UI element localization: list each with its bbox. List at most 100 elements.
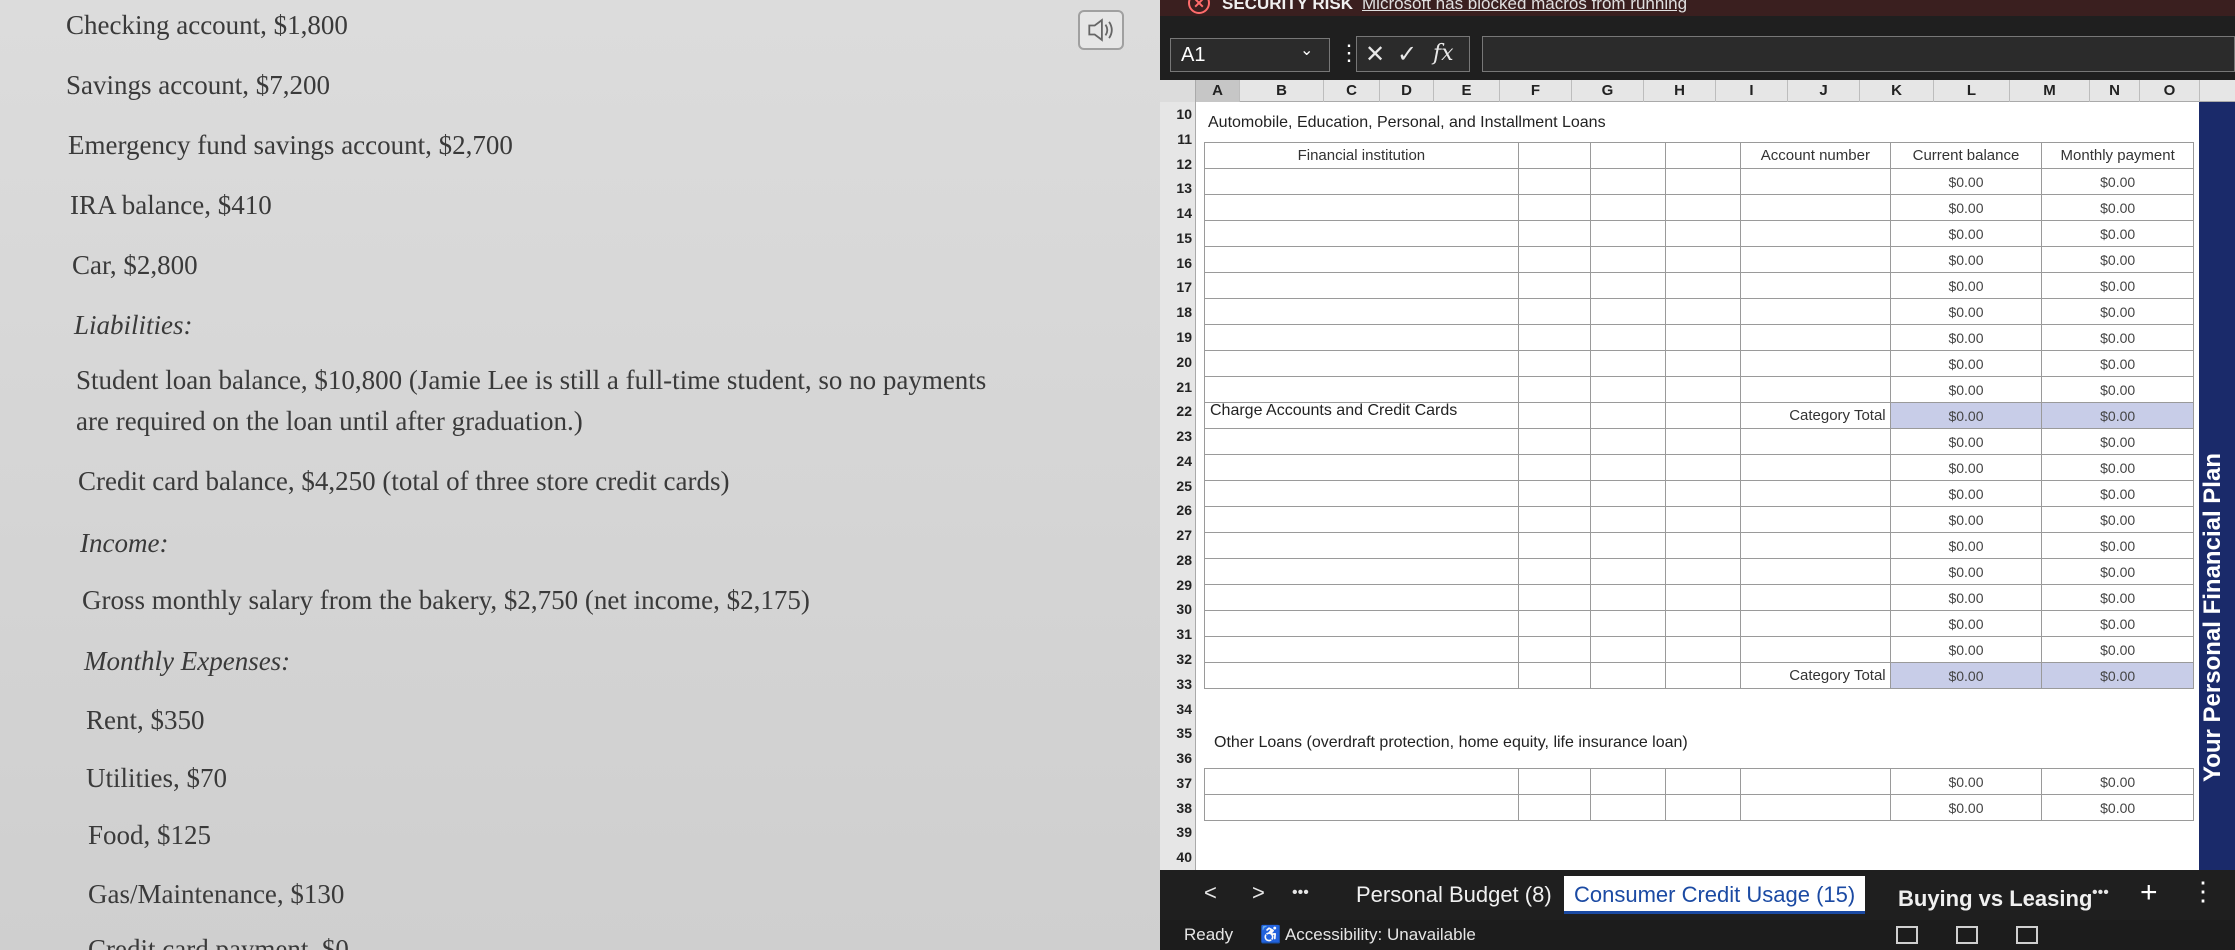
column-header-o[interactable]: O bbox=[2140, 80, 2200, 102]
column-header-h[interactable]: H bbox=[1644, 80, 1716, 102]
table-cell[interactable] bbox=[1740, 584, 1891, 611]
header-current-balance[interactable]: Current balance bbox=[1889, 142, 2043, 169]
table-cell[interactable] bbox=[1204, 532, 1519, 559]
table-cell[interactable] bbox=[1204, 194, 1519, 221]
row-header[interactable]: 36 bbox=[1160, 746, 1196, 771]
row-header[interactable]: 22 bbox=[1160, 399, 1196, 424]
table-cell[interactable] bbox=[1590, 272, 1667, 299]
table-cell[interactable] bbox=[1517, 194, 1592, 221]
column-header-g[interactable]: G bbox=[1572, 80, 1644, 102]
table-cell[interactable] bbox=[1517, 662, 1592, 689]
table-cell[interactable] bbox=[1517, 610, 1592, 637]
table-cell[interactable] bbox=[1204, 662, 1519, 689]
current-balance-cell[interactable]: $0.00 bbox=[1889, 220, 2043, 247]
row-header[interactable]: 37 bbox=[1160, 771, 1196, 796]
row-header[interactable]: 31 bbox=[1160, 622, 1196, 647]
category-total-label[interactable]: Category Total bbox=[1740, 662, 1891, 689]
table-cell[interactable] bbox=[1590, 350, 1667, 377]
table-cell[interactable] bbox=[1740, 298, 1891, 325]
total-current-balance[interactable]: $0.00 bbox=[1889, 402, 2043, 429]
column-header-f[interactable]: F bbox=[1500, 80, 1572, 102]
header-financial-institution[interactable]: Financial institution bbox=[1204, 142, 1519, 169]
row-header[interactable]: 18 bbox=[1160, 300, 1196, 325]
column-header-a[interactable]: A bbox=[1196, 80, 1240, 102]
row-header[interactable]: 20 bbox=[1160, 350, 1196, 375]
accessibility-status[interactable]: ♿ Accessibility: Unavailable bbox=[1260, 925, 1476, 945]
current-balance-cell[interactable]: $0.00 bbox=[1889, 584, 2043, 611]
row-header[interactable]: 17 bbox=[1160, 275, 1196, 300]
table-cell[interactable] bbox=[1590, 324, 1667, 351]
total-monthly-payment[interactable]: $0.00 bbox=[2041, 662, 2194, 689]
current-balance-cell[interactable]: $0.00 bbox=[1889, 350, 2043, 377]
table-cell[interactable] bbox=[1665, 402, 1742, 429]
check-icon[interactable]: ✓ bbox=[1397, 40, 1417, 69]
current-balance-cell[interactable]: $0.00 bbox=[1889, 636, 2043, 663]
table-cell[interactable] bbox=[1517, 558, 1592, 585]
row-header[interactable]: 12 bbox=[1160, 152, 1196, 177]
table-cell[interactable] bbox=[1204, 768, 1519, 795]
table-cell[interactable] bbox=[1204, 428, 1519, 455]
table-cell[interactable] bbox=[1665, 662, 1742, 689]
table-cell[interactable] bbox=[1665, 532, 1742, 559]
current-balance-cell[interactable]: $0.00 bbox=[1889, 768, 2043, 795]
table-cell[interactable] bbox=[1665, 428, 1742, 455]
row-header[interactable]: 21 bbox=[1160, 375, 1196, 400]
monthly-payment-cell[interactable]: $0.00 bbox=[2041, 246, 2194, 273]
table-cell[interactable] bbox=[1204, 480, 1519, 507]
row-header[interactable]: 30 bbox=[1160, 597, 1196, 622]
table-cell[interactable] bbox=[1517, 480, 1592, 507]
table-cell[interactable] bbox=[1517, 272, 1592, 299]
table-cell[interactable] bbox=[1590, 480, 1667, 507]
row-header[interactable]: 27 bbox=[1160, 523, 1196, 548]
current-balance-cell[interactable]: $0.00 bbox=[1889, 272, 2043, 299]
row-header[interactable]: 29 bbox=[1160, 573, 1196, 598]
next-sheet-button[interactable]: > bbox=[1252, 880, 1265, 906]
table-cell[interactable] bbox=[1740, 194, 1891, 221]
table-cell[interactable] bbox=[1740, 558, 1891, 585]
tab-buying-vs-leasing[interactable]: Buying vs Leasing bbox=[1888, 880, 2102, 918]
table-cell[interactable] bbox=[1517, 506, 1592, 533]
table-cell[interactable] bbox=[1590, 558, 1667, 585]
monthly-payment-cell[interactable]: $0.00 bbox=[2041, 454, 2194, 481]
monthly-payment-cell[interactable]: $0.00 bbox=[2041, 636, 2194, 663]
cancel-icon[interactable]: ✕ bbox=[1365, 40, 1385, 69]
table-cell[interactable] bbox=[1517, 454, 1592, 481]
table-cell[interactable] bbox=[1517, 636, 1592, 663]
table-cell[interactable] bbox=[1665, 506, 1742, 533]
table-cell[interactable] bbox=[1517, 142, 1592, 169]
table-cell[interactable] bbox=[1517, 402, 1592, 429]
table-cell[interactable] bbox=[1740, 324, 1891, 351]
header-monthly-payment[interactable]: Monthly payment bbox=[2041, 142, 2194, 169]
table-cell[interactable] bbox=[1204, 794, 1519, 821]
table-cell[interactable] bbox=[1590, 168, 1667, 195]
row-header[interactable]: 13 bbox=[1160, 176, 1196, 201]
normal-view-icon[interactable] bbox=[1896, 926, 1918, 944]
table-cell[interactable] bbox=[1590, 246, 1667, 273]
current-balance-cell[interactable]: $0.00 bbox=[1889, 428, 2043, 455]
table-cell[interactable] bbox=[1590, 220, 1667, 247]
table-cell[interactable] bbox=[1665, 376, 1742, 403]
table-cell[interactable] bbox=[1204, 272, 1519, 299]
page-break-icon[interactable] bbox=[2016, 926, 2038, 944]
table-cell[interactable] bbox=[1740, 480, 1891, 507]
table-cell[interactable] bbox=[1665, 794, 1742, 821]
table-cell[interactable] bbox=[1740, 376, 1891, 403]
tab-personal-budget[interactable]: Personal Budget (8) bbox=[1346, 876, 1562, 914]
current-balance-cell[interactable]: $0.00 bbox=[1889, 558, 2043, 585]
table-cell[interactable] bbox=[1517, 246, 1592, 273]
column-header-m[interactable]: M bbox=[2010, 80, 2090, 102]
table-cell[interactable] bbox=[1590, 506, 1667, 533]
table-cell[interactable] bbox=[1517, 350, 1592, 377]
more-sheets-icon[interactable]: ••• bbox=[1292, 884, 1309, 902]
row-header[interactable]: 10 bbox=[1160, 102, 1196, 127]
current-balance-cell[interactable]: $0.00 bbox=[1889, 454, 2043, 481]
select-all-button[interactable] bbox=[1160, 80, 1196, 102]
column-header-k[interactable]: K bbox=[1860, 80, 1934, 102]
more-tabs-icon[interactable]: ••• bbox=[2092, 884, 2109, 902]
column-header-n[interactable]: N bbox=[2090, 80, 2140, 102]
monthly-payment-cell[interactable]: $0.00 bbox=[2041, 298, 2194, 325]
table-cell[interactable] bbox=[1590, 532, 1667, 559]
monthly-payment-cell[interactable]: $0.00 bbox=[2041, 272, 2194, 299]
row-header[interactable]: 32 bbox=[1160, 647, 1196, 672]
table-cell[interactable] bbox=[1517, 768, 1592, 795]
